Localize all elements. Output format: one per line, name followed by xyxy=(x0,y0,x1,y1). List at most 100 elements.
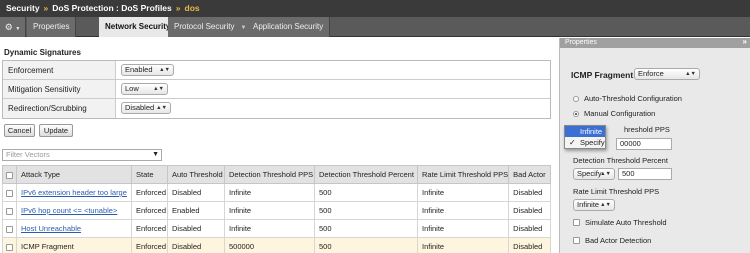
row-checkbox[interactable] xyxy=(2,183,17,202)
checkbox[interactable] xyxy=(6,189,13,197)
tab-network-security[interactable]: Network Security xyxy=(99,17,178,37)
funnel-icon[interactable]: ▼ xyxy=(152,150,159,160)
detection-percent-cell: 500 xyxy=(314,183,418,202)
select-value: Infinite xyxy=(577,200,600,209)
table-header-row: Attack Type State Auto Threshold Detecti… xyxy=(2,165,551,184)
filter-vectors-input[interactable]: Filter Vectors ▼ xyxy=(2,149,162,161)
col-detection-percent[interactable]: Detection Threshold Percent xyxy=(314,165,418,184)
detection-percent-cell: 500 xyxy=(314,237,418,253)
detection-percent-cell: 500 xyxy=(314,201,418,220)
threshold-mode-dropdown[interactable]: Infinite ✓ Specify xyxy=(564,125,606,149)
mitigation-select[interactable]: Low ▲▼ xyxy=(121,83,168,95)
state-cell: Enforced xyxy=(131,237,168,253)
redirection-select-value: Disabled xyxy=(125,103,155,112)
attack-type-link[interactable]: Host Unreachable xyxy=(16,219,132,238)
rate-limit-cell: Infinite xyxy=(416,201,510,220)
filter-placeholder: Filter Vectors xyxy=(6,150,50,159)
mitigation-select-value: Low xyxy=(125,84,139,93)
checkbox-label: Simulate Auto Threshold xyxy=(585,218,667,227)
main-content: Dynamic Signatures Enforcement Enabled ▲▼… xyxy=(0,38,556,253)
breadcrumb-item-dos-profiles[interactable]: DoS Protection : DoS Profiles xyxy=(52,3,172,13)
dropdown-option-infinite[interactable]: Infinite xyxy=(565,126,605,137)
auto-threshold-radio-row[interactable]: Auto-Threshold Configuration xyxy=(573,94,682,103)
sig-row-enforcement: Enforcement Enabled ▲▼ xyxy=(3,61,550,80)
dropdown-option-label: Specify xyxy=(580,138,605,147)
enforcement-select[interactable]: Enabled ▲▼ xyxy=(121,64,174,76)
tab-properties[interactable]: Properties xyxy=(27,17,77,37)
chevron-down-icon: ▼ xyxy=(240,25,247,31)
col-state[interactable]: State xyxy=(131,165,168,184)
detection-percent-input[interactable]: 500 xyxy=(618,168,672,180)
row-checkbox[interactable] xyxy=(2,201,17,220)
radio-button-selected[interactable] xyxy=(573,110,579,117)
sig-row-redirection: Redirection/Scrubbing Disabled ▲▼ xyxy=(3,99,550,118)
checkbox[interactable] xyxy=(6,225,13,233)
attack-link[interactable]: IPv6 hop count <= <tunable> xyxy=(21,206,117,215)
update-button[interactable]: Update xyxy=(39,124,73,137)
col-rate-limit-pps[interactable]: Rate Limit Threshold PPS xyxy=(416,165,510,184)
attack-type-link[interactable]: IPv6 hop count <= <tunable> xyxy=(16,201,132,220)
select-arrows-icon: ▲▼ xyxy=(156,105,167,111)
col-attack-type[interactable]: Attack Type xyxy=(16,165,132,184)
checkbox[interactable] xyxy=(6,171,13,179)
select-arrows-icon: ▲▼ xyxy=(600,202,611,208)
detection-percent-cell: 500 xyxy=(314,219,418,238)
double-chevron-right-icon[interactable]: » xyxy=(743,37,747,47)
checkbox[interactable] xyxy=(6,243,13,251)
breadcrumb-separator: » xyxy=(175,3,181,13)
bad-actor-cell: Disabled xyxy=(508,219,551,238)
select-all-checkbox[interactable] xyxy=(2,165,17,184)
detection-percent-mode-select[interactable]: Specify ▲▼ xyxy=(573,168,615,180)
select-arrows-icon: ▲▼ xyxy=(685,71,696,77)
col-bad-actor[interactable]: Bad Actor xyxy=(508,165,551,184)
enforcement-select-value: Enabled xyxy=(125,65,153,74)
mode-select[interactable]: Enforce ▲▼ xyxy=(634,68,700,80)
col-detection-pps[interactable]: Detection Threshold PPS xyxy=(224,165,315,184)
select-arrows-icon: ▲▼ xyxy=(600,171,611,177)
tab-application-security[interactable]: Application Security xyxy=(247,17,331,37)
radio-button[interactable] xyxy=(573,95,579,102)
gear-icon[interactable]: ⚙ ▼ xyxy=(0,17,26,37)
simulate-auto-threshold-row[interactable]: Simulate Auto Threshold xyxy=(573,218,667,227)
sig-label: Redirection/Scrubbing xyxy=(3,99,116,118)
attack-type-cell[interactable]: ICMP Fragment xyxy=(16,237,132,253)
table-row-selected[interactable]: ICMP Fragment Enforced Disabled 500000 5… xyxy=(2,237,551,253)
row-checkbox[interactable] xyxy=(2,219,17,238)
mode-select-wrap: Enforce ▲▼ xyxy=(634,68,700,80)
select-value: Specify xyxy=(577,169,602,178)
checkmark-icon: ✓ xyxy=(569,138,576,147)
redirection-select[interactable]: Disabled ▲▼ xyxy=(121,102,171,114)
table-row[interactable]: Host Unreachable Enforced Disabled Infin… xyxy=(2,219,551,238)
rate-limit-cell: Infinite xyxy=(416,183,510,202)
breadcrumb-item-security[interactable]: Security xyxy=(6,3,40,13)
detection-pps-input[interactable]: 00000 xyxy=(616,138,672,150)
breadcrumb-separator: » xyxy=(43,3,49,13)
dynamic-signatures-table: Enforcement Enabled ▲▼ Mitigation Sensiti… xyxy=(2,60,551,119)
tab-protocol-security[interactable]: Protocol Security ▼ xyxy=(168,17,254,37)
bad-actor-detection-row[interactable]: Bad Actor Detection xyxy=(573,236,651,245)
detection-pps-cell: Infinite xyxy=(224,201,315,220)
dropdown-option-specify[interactable]: ✓ Specify xyxy=(565,137,605,148)
attack-link[interactable]: IPv6 extension header too large xyxy=(21,188,127,197)
manual-config-radio-row[interactable]: Manual Configuration xyxy=(573,109,655,118)
checkbox[interactable] xyxy=(573,237,580,244)
tab-bar: ⚙ ▼ Properties Network Security Protocol… xyxy=(0,17,750,37)
bad-actor-cell: Disabled xyxy=(508,201,551,220)
radio-label: Auto-Threshold Configuration xyxy=(584,94,682,103)
table-row[interactable]: IPv6 hop count <= <tunable> Enforced Ena… xyxy=(2,201,551,220)
auto-threshold-cell: Disabled xyxy=(167,219,225,238)
row-checkbox[interactable] xyxy=(2,237,17,253)
rate-limit-mode-select[interactable]: Infinite ▲▼ xyxy=(573,199,615,211)
detection-pps-label: hreshold PPS xyxy=(624,125,670,134)
state-cell: Enforced xyxy=(131,219,168,238)
section-title: Dynamic Signatures xyxy=(4,48,81,57)
checkbox[interactable] xyxy=(6,207,13,215)
cancel-button[interactable]: Cancel xyxy=(4,124,35,137)
col-auto-threshold[interactable]: Auto Threshold xyxy=(167,165,225,184)
properties-title: ICMP Fragment xyxy=(571,70,634,80)
attack-link[interactable]: Host Unreachable xyxy=(21,224,81,233)
checkbox[interactable] xyxy=(573,219,580,226)
attack-type-link[interactable]: IPv6 extension header too large xyxy=(16,183,132,202)
table-row[interactable]: IPv6 extension header too large Enforced… xyxy=(2,183,551,202)
bad-actor-cell: Disabled xyxy=(508,183,551,202)
